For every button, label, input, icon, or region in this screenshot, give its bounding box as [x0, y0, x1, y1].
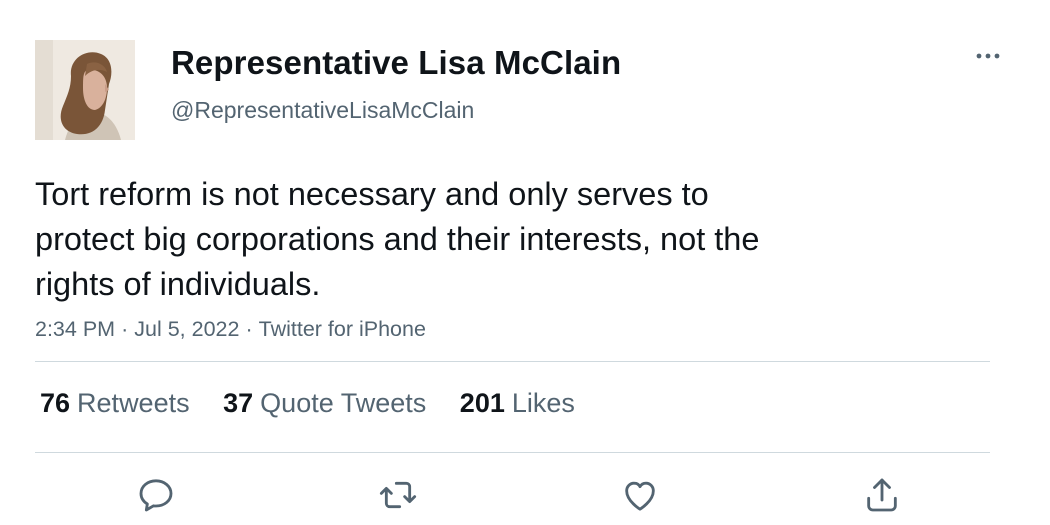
retweets-count: 76	[40, 388, 71, 418]
like-button[interactable]	[620, 475, 660, 515]
more-options-button[interactable]	[968, 40, 1008, 72]
likes-stat[interactable]: 201 Likes	[460, 388, 575, 419]
author-display-name[interactable]: Representative Lisa McClain	[171, 44, 621, 82]
quote-tweets-stat[interactable]: 37 Quote Tweets	[223, 388, 426, 419]
tweet-source[interactable]: Twitter for iPhone	[259, 317, 426, 341]
more-horizontal-icon	[976, 53, 1000, 59]
heart-icon	[625, 481, 655, 511]
retweet-icon	[379, 481, 417, 509]
author-handle[interactable]: @RepresentativeLisaMcClain	[171, 97, 474, 124]
tweet-date[interactable]: Jul 5, 2022	[134, 317, 239, 341]
share-icon	[867, 478, 897, 512]
reply-icon	[139, 479, 173, 512]
divider	[35, 452, 990, 453]
tweet-metadata: 2:34 PM · Jul 5, 2022 · Twitter for iPhone	[35, 317, 426, 342]
tweet-text-line: protect big corporations and their inter…	[35, 221, 760, 257]
tweet-text-line: Tort reform is not necessary and only se…	[35, 176, 709, 212]
divider	[35, 361, 990, 362]
share-button[interactable]	[862, 475, 902, 515]
retweet-button[interactable]	[378, 475, 418, 515]
quote-tweets-label: Quote Tweets	[260, 388, 427, 418]
tweet-text-line: rights of individuals.	[35, 266, 321, 302]
reply-button[interactable]	[136, 475, 176, 515]
tweet-text: Tort reform is not necessary and only se…	[35, 172, 935, 307]
retweets-stat[interactable]: 76 Retweets	[40, 388, 190, 419]
tweet-time[interactable]: 2:34 PM	[35, 317, 115, 341]
retweets-label: Retweets	[77, 388, 190, 418]
engagement-stats: 76 Retweets 37 Quote Tweets 201 Likes	[40, 388, 601, 419]
meta-separator: ·	[121, 317, 129, 341]
quote-tweets-count: 37	[223, 388, 254, 418]
likes-count: 201	[459, 388, 505, 418]
meta-separator: ·	[245, 317, 253, 341]
avatar[interactable]	[35, 40, 135, 140]
likes-label: Likes	[511, 388, 575, 418]
